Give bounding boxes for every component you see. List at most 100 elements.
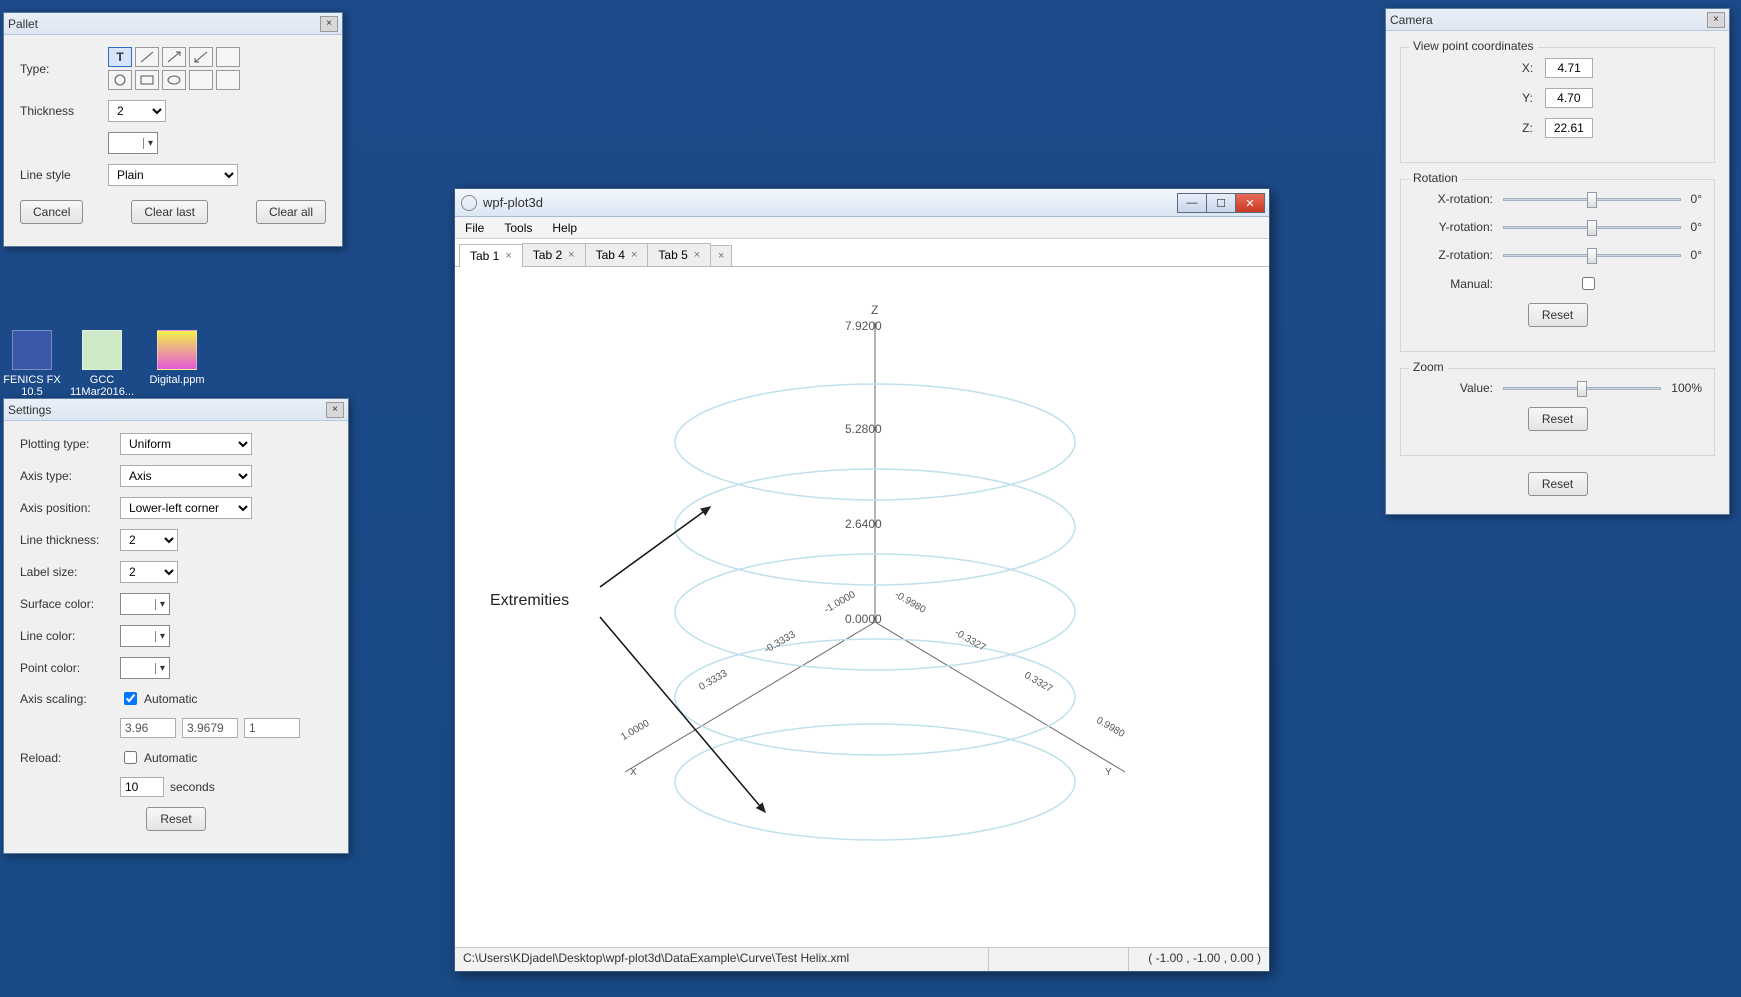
manual-checkbox[interactable] [1582,277,1595,290]
tab-5[interactable]: Tab 5× [647,243,711,266]
axis-position-label: Axis position: [20,501,120,515]
cancel-button[interactable]: Cancel [20,200,83,224]
tool-line-diag[interactable] [135,47,159,67]
tool-text[interactable]: T [108,47,132,67]
close-icon[interactable]: × [320,16,338,32]
tool-line-arrow2[interactable] [189,47,213,67]
viewpoint-label: View point coordinates [1409,39,1538,53]
desktop-icon-label: FENICS FX 10.5 [0,374,64,398]
z-input[interactable] [1545,118,1593,138]
linestyle-select[interactable]: Plain [108,164,238,186]
yrot-label: Y-rotation: [1413,220,1493,234]
z-tick: 7.9200 [845,319,882,333]
rotation-label: Rotation [1409,171,1462,185]
y-label: Y: [1522,91,1533,105]
tab-close-icon[interactable]: × [631,249,637,261]
tool-empty3[interactable] [216,70,240,90]
tab-2[interactable]: Tab 2× [522,243,586,266]
tool-grid: T [108,47,240,90]
tab-4[interactable]: Tab 4× [585,243,649,266]
tool-empty2[interactable] [189,70,213,90]
axis-type-select[interactable]: Axis [120,465,252,487]
axis-scaling-label: Axis scaling: [20,692,120,706]
camera-reset-button[interactable]: Reset [1528,472,1588,496]
plot-area[interactable]: Extremities Z 7.9200 5.2800 2.6400 0.000… [455,267,1269,947]
tool-ellipse[interactable] [162,70,186,90]
reload-interval-input[interactable] [120,777,164,797]
tab-close-icon[interactable]: × [694,249,700,261]
z-axis-label: Z [871,303,878,317]
manual-label: Manual: [1413,277,1493,291]
plotting-type-select[interactable]: Uniform [120,433,252,455]
minimize-button[interactable]: — [1177,193,1207,213]
camera-window: Camera × View point coordinates X: Y: Z:… [1385,8,1730,515]
pallet-window: Pallet × Type: T Thickness 2 [3,12,343,247]
yrot-value: 0° [1691,220,1702,234]
settings-reset-button[interactable]: Reset [146,807,206,831]
scale-z-input[interactable] [244,718,300,738]
z-tick: 2.6400 [845,517,882,531]
scale-x-input[interactable] [120,718,176,738]
point-color-picker[interactable]: ▾ [120,657,170,679]
camera-title: Camera [1390,13,1433,27]
close-icon[interactable]: × [1707,12,1725,28]
tool-rect[interactable] [135,70,159,90]
tab-close-icon[interactable]: × [568,249,574,261]
scale-y-input[interactable] [182,718,238,738]
tab-close-icon[interactable]: × [505,250,511,262]
maximize-button[interactable]: ☐ [1206,193,1236,213]
clear-all-button[interactable]: Clear all [256,200,326,224]
desktop-icon-digital[interactable]: Digital.ppm [145,330,209,386]
surface-color-picker[interactable]: ▾ [120,593,170,615]
tab-1[interactable]: Tab 1× [459,244,523,267]
rotation-group: Rotation X-rotation: 0° Y-rotation: 0° Z… [1400,179,1715,352]
xrot-value: 0° [1691,192,1702,206]
tab-extra[interactable]: × [710,245,732,266]
line-thickness-label: Line thickness: [20,533,120,547]
xrot-slider[interactable] [1503,190,1681,208]
point-color-label: Point color: [20,661,120,675]
color-picker[interactable]: ▾ [108,132,158,154]
x-input[interactable] [1545,58,1593,78]
clear-last-button[interactable]: Clear last [131,200,208,224]
zoom-reset-button[interactable]: Reset [1528,407,1588,431]
annotation-label: Extremities [490,592,569,610]
desktop-icon-gcc[interactable]: GCC 11Mar2016... [70,330,134,398]
menu-file[interactable]: File [455,221,494,235]
close-icon[interactable]: × [326,402,344,418]
tab-bar: Tab 1× Tab 2× Tab 4× Tab 5× × [455,239,1269,267]
tool-empty1[interactable] [216,47,240,67]
menu-tools[interactable]: Tools [494,221,542,235]
zrot-slider[interactable] [1503,246,1681,264]
axis-scaling-checkbox[interactable] [124,692,137,705]
thickness-label: Thickness [20,104,108,118]
line-thickness-select[interactable]: 2 [120,529,178,551]
tool-line-arrow1[interactable] [162,47,186,67]
settings-titlebar[interactable]: Settings × [4,399,348,421]
reload-units-label: seconds [170,780,215,794]
zoom-slider[interactable] [1503,379,1661,397]
zrot-label: Z-rotation: [1413,248,1493,262]
plot-svg [455,267,1269,947]
zoom-value-label: Value: [1413,381,1493,395]
app-title: wpf-plot3d [483,195,543,210]
menu-help[interactable]: Help [542,221,587,235]
linestyle-label: Line style [20,168,108,182]
pallet-titlebar[interactable]: Pallet × [4,13,342,35]
close-button[interactable]: ✕ [1235,193,1265,213]
zrot-value: 0° [1691,248,1702,262]
yrot-slider[interactable] [1503,218,1681,236]
line-color-picker[interactable]: ▾ [120,625,170,647]
thickness-select[interactable]: 2 [108,100,166,122]
axis-position-select[interactable]: Lower-left corner [120,497,252,519]
plotting-type-label: Plotting type: [20,437,120,451]
reload-checkbox[interactable] [124,751,137,764]
camera-titlebar[interactable]: Camera × [1386,9,1729,31]
desktop-icon-label: GCC 11Mar2016... [70,374,134,398]
y-input[interactable] [1545,88,1593,108]
desktop-icon-fenics[interactable]: FENICS FX 10.5 [0,330,64,398]
label-size-select[interactable]: 2 [120,561,178,583]
rotation-reset-button[interactable]: Reset [1528,303,1588,327]
app-titlebar[interactable]: wpf-plot3d — ☐ ✕ [455,189,1269,217]
tool-circle[interactable] [108,70,132,90]
